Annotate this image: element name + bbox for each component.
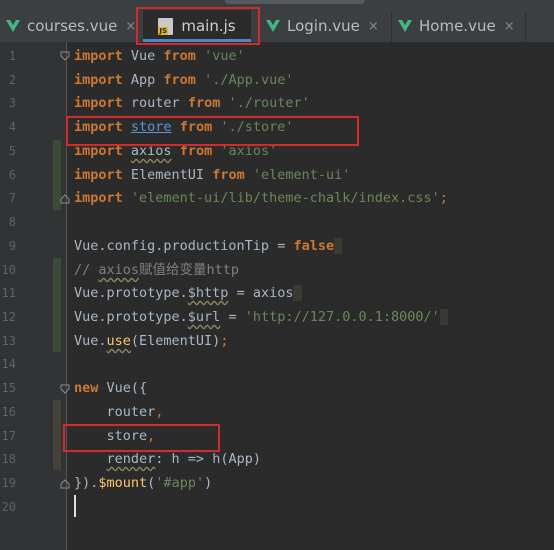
line-number: 18 xyxy=(1,452,16,466)
annotation-box xyxy=(63,424,220,452)
line-number: 10 xyxy=(1,263,16,277)
tab-divider xyxy=(525,12,526,42)
code-line-13[interactable]: Vue.use(ElementUI); xyxy=(74,330,228,353)
close-icon[interactable]: × xyxy=(504,19,515,34)
text-caret xyxy=(74,495,76,517)
line-number: 14 xyxy=(1,357,16,371)
fold-icon[interactable] xyxy=(60,479,70,489)
tab-home-vue[interactable]: Home.vue × xyxy=(398,10,515,42)
line-number: 11 xyxy=(1,286,16,300)
annotation-box xyxy=(136,7,260,45)
code-line-3[interactable]: import router from './router' xyxy=(74,92,310,115)
fold-icon[interactable] xyxy=(60,384,70,394)
code-line-16[interactable]: router, xyxy=(74,401,164,424)
code-line-10[interactable]: // axios赋值给变量http xyxy=(74,259,239,282)
code-line-15[interactable]: new Vue({ xyxy=(74,377,147,400)
line-number: 12 xyxy=(1,310,16,324)
tab-label: Home.vue xyxy=(419,17,496,35)
line-number: 20 xyxy=(1,500,16,514)
close-icon[interactable]: × xyxy=(368,19,379,34)
line-number: 2 xyxy=(8,73,16,87)
code-line-9[interactable]: Vue.config.productionTip = false xyxy=(74,235,343,258)
line-number: 16 xyxy=(1,405,16,419)
tab-divider xyxy=(391,12,392,42)
vcs-added-marker[interactable] xyxy=(53,258,61,352)
code-line-2[interactable]: import App from './App.vue' xyxy=(74,69,293,92)
line-number: 13 xyxy=(1,334,16,348)
fold-icon[interactable] xyxy=(60,51,70,61)
annotation-box xyxy=(66,116,359,146)
line-number: 9 xyxy=(8,239,16,253)
code-line-19[interactable]: }).$mount('#app') xyxy=(74,472,212,495)
line-number: 4 xyxy=(8,120,16,134)
code-line-1[interactable]: import Vue from 'vue' xyxy=(74,45,245,68)
editor-tab-bar: courses.vue × JS main.js Login.vue × Hom… xyxy=(0,0,554,42)
tab-login-vue[interactable]: Login.vue × xyxy=(266,10,379,42)
line-number: 8 xyxy=(8,215,16,229)
line-number: 1 xyxy=(8,49,16,63)
line-number: 17 xyxy=(1,429,16,443)
tab-label: Login.vue xyxy=(287,17,360,35)
line-number: 7 xyxy=(8,191,16,205)
code-line-11[interactable]: Vue.prototype.$http = axios xyxy=(74,282,302,305)
fold-icon[interactable] xyxy=(60,194,70,204)
tab-courses-vue[interactable]: courses.vue × xyxy=(6,10,136,42)
vue-icon xyxy=(398,20,412,32)
code-line-12[interactable]: Vue.prototype.$url = 'http://127.0.0.1:8… xyxy=(74,306,448,329)
tab-bar-stub xyxy=(225,0,365,4)
code-line-6[interactable]: import ElementUI from 'element-ui' xyxy=(74,164,350,187)
close-icon[interactable]: × xyxy=(125,19,136,34)
line-number: 19 xyxy=(1,476,16,490)
vue-icon xyxy=(266,20,280,32)
vue-icon xyxy=(6,20,20,32)
line-number: 15 xyxy=(1,381,16,395)
line-number: 5 xyxy=(8,144,16,158)
vcs-modified-marker[interactable] xyxy=(53,400,61,470)
code-line-7[interactable]: import 'element-ui/lib/theme-chalk/index… xyxy=(74,187,448,210)
line-number: 6 xyxy=(8,168,16,182)
tab-label: courses.vue xyxy=(27,17,118,35)
line-number: 3 xyxy=(8,96,16,110)
